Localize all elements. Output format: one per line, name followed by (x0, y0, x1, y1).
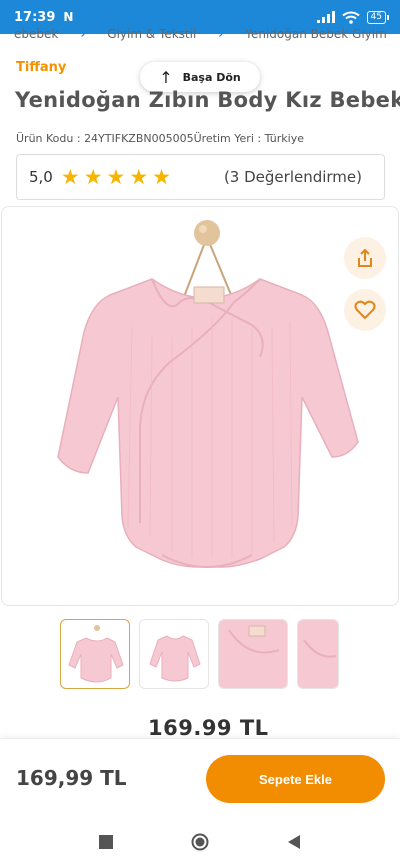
back-to-top-label: Başa Dön (182, 70, 241, 84)
breadcrumb-item-newborn[interactable]: Yenidoğan Bebek Giyim (245, 27, 387, 41)
star-icon: ★ (152, 164, 171, 189)
recents-icon[interactable] (99, 835, 113, 849)
product-code: Ürün Kodu : 24YTIFKZBN005005Üretim Yeri … (16, 132, 304, 145)
breadcrumb-item-clothing[interactable]: Giyim & Tekstil (107, 27, 196, 41)
star-icon: ★ (129, 164, 149, 189)
chevron-right-icon: › (80, 27, 86, 41)
wifi-icon (341, 11, 360, 24)
rating-stars: ★ ★ ★ ★ ★ (60, 164, 171, 189)
share-button[interactable] (344, 237, 386, 279)
favorite-button[interactable] (344, 289, 386, 331)
chevron-right-icon: › (218, 27, 224, 41)
arrow-up-icon: ↑ (159, 67, 173, 87)
rating-summary[interactable]: 5,0 ★ ★ ★ ★ ★ (3 Değerlendirme) (16, 154, 385, 200)
brand-link[interactable]: Tiffany (16, 60, 66, 75)
breadcrumb: ebebek › Giyim & Tekstil › Yenidoğan Beb… (0, 24, 400, 44)
back-icon[interactable] (287, 835, 301, 849)
add-to-cart-button[interactable]: Sepete Ekle (206, 755, 385, 803)
breadcrumb-item-home[interactable]: ebebek (14, 27, 58, 41)
thumbnail-image (149, 635, 201, 682)
product-price: 169,99 TL (16, 766, 127, 790)
thumbnail-image (219, 620, 287, 688)
share-icon (358, 248, 372, 267)
thumbnail-image (298, 620, 338, 688)
bottom-purchase-bar: 169,99 TL Sepete Ekle (0, 738, 400, 818)
thumbnail-strip (60, 619, 339, 691)
review-count[interactable]: (3 Değerlendirme) (224, 168, 362, 186)
rating-score: 5,0 (29, 168, 53, 186)
product-title: Yenidoğan Zıbın Body Kız Bebek (15, 88, 400, 112)
thumbnail-3[interactable] (218, 619, 288, 689)
product-price-label: 169.99 TL (148, 716, 269, 740)
battery-icon: 45 (366, 10, 390, 24)
star-icon: ★ (83, 164, 103, 189)
signal-icon (316, 11, 335, 23)
status-icons: 45 (316, 10, 390, 24)
thumbnail-1[interactable] (60, 619, 130, 689)
product-image-gallery[interactable] (1, 206, 399, 606)
thumbnail-image (68, 625, 124, 683)
thumbnail-2[interactable] (139, 619, 209, 689)
thumbnail-4[interactable] (297, 619, 339, 689)
product-image (57, 220, 359, 568)
status-time: 17:39 (14, 9, 56, 25)
system-nav-bar (0, 818, 400, 866)
notification-icon: N (63, 10, 74, 24)
heart-icon (354, 300, 376, 320)
home-icon[interactable] (191, 833, 209, 851)
star-icon: ★ (106, 164, 126, 189)
star-icon: ★ (60, 164, 80, 189)
